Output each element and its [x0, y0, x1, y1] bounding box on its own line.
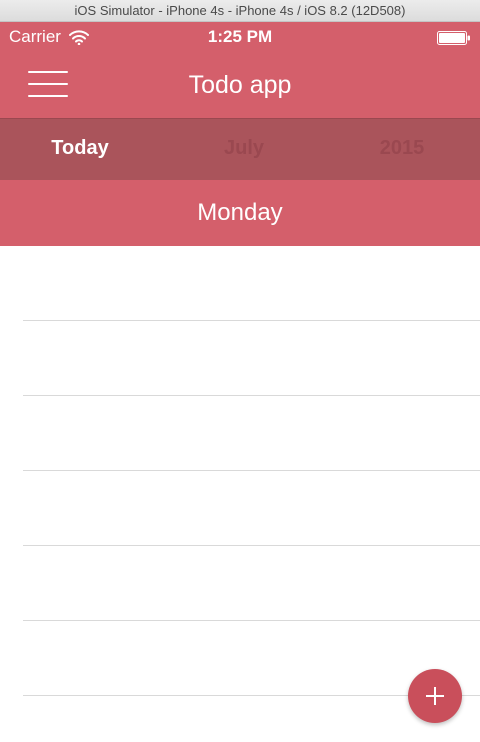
simulator-title: iOS Simulator - iPhone 4s - iPhone 4s / …: [74, 3, 406, 18]
todo-row[interactable]: [0, 621, 480, 696]
todo-row[interactable]: [0, 396, 480, 471]
nav-title: Todo app: [188, 71, 292, 99]
todo-row[interactable]: [0, 246, 480, 321]
date-option-month[interactable]: July: [194, 119, 294, 179]
todo-row[interactable]: [0, 471, 480, 546]
day-header: Monday: [0, 180, 480, 246]
add-todo-button[interactable]: [408, 669, 462, 723]
status-time: 1:25 PM: [207, 27, 273, 46]
status-bar: Carrier 1:25 PM: [0, 22, 480, 54]
todo-row[interactable]: [0, 321, 480, 396]
todo-row[interactable]: [0, 546, 480, 621]
date-option-year[interactable]: 2015: [352, 119, 452, 179]
date-picker-bar: Today July 2015: [0, 118, 480, 180]
date-option-today[interactable]: Today: [30, 119, 130, 179]
simulator-window: iOS Simulator - iPhone 4s - iPhone 4s / …: [0, 0, 480, 742]
todo-list: [0, 246, 480, 742]
simulator-title-bar: iOS Simulator - iPhone 4s - iPhone 4s / …: [0, 0, 480, 22]
plus-icon: [434, 687, 436, 705]
battery-icon: [437, 31, 470, 45]
navigation-bar: Todo app: [0, 54, 480, 118]
